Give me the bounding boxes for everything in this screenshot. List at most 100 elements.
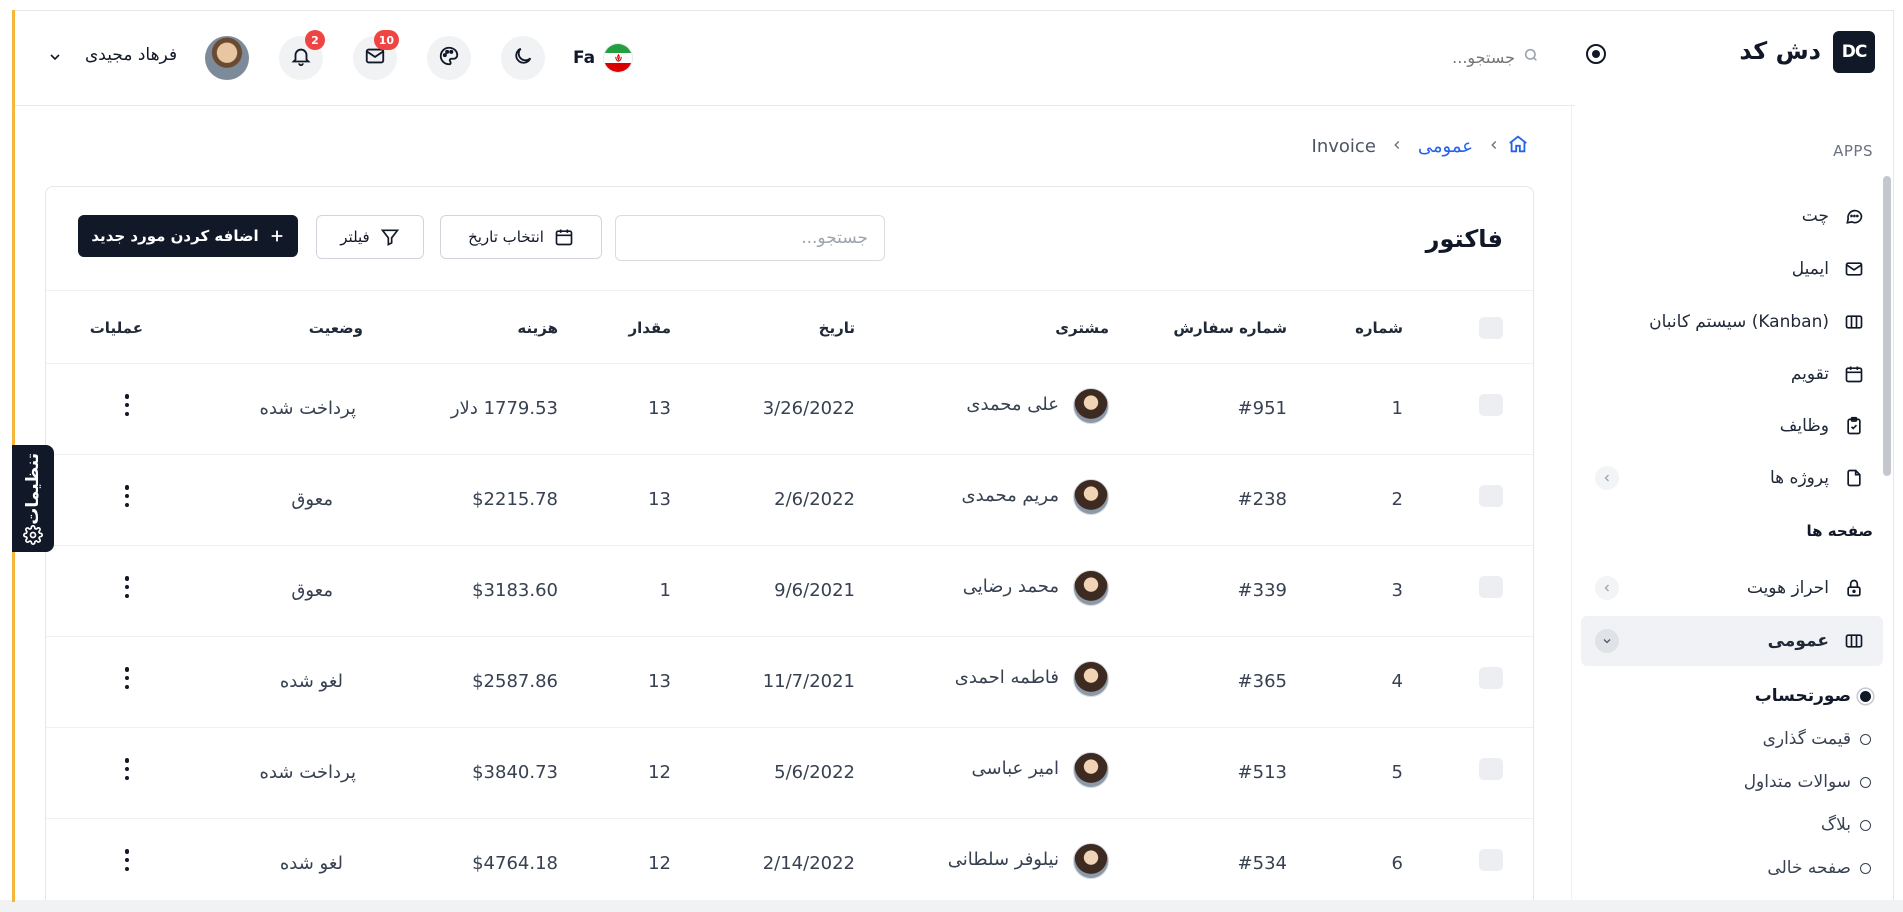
cell-date: 5/6/2022 [774,762,855,783]
cell-customer: نیلوفر سلطانی [947,849,1059,870]
breadcrumb-current: Invoice [1311,136,1376,157]
cell-date: 3/26/2022 [762,398,855,419]
chevron-left-icon[interactable] [1595,466,1619,490]
page-bottom-edge [0,900,1903,912]
row-checkbox[interactable] [1479,758,1503,780]
file-icon [1843,467,1865,489]
palette-button[interactable] [427,36,471,80]
search-input[interactable] [1315,47,1515,67]
sidebar-item-projects[interactable]: پروژه ها [1581,453,1883,503]
chevron-down-icon[interactable] [1595,629,1619,653]
cell-cost: $4764.18 [472,853,558,874]
add-item-button[interactable]: اضافه کردن مورد جدید [78,215,298,257]
sidebar-item-kanban[interactable]: سیستم کانبان (Kanban) [1581,297,1883,347]
header-search[interactable] [1299,45,1539,69]
sidebar-item-label: سیستم کانبان (Kanban) [1649,312,1829,332]
cell-status: لغو شده [279,853,343,874]
cell-order[interactable]: #951 [1238,398,1287,419]
user-avatar[interactable] [205,36,249,80]
column-number[interactable]: شماره [1355,319,1403,337]
more-vertical-icon[interactable] [124,576,130,598]
cell-order[interactable]: #238 [1238,489,1287,510]
column-customer[interactable]: مشتری [1055,319,1109,337]
cell-order[interactable]: #534 [1238,853,1287,874]
sidebar-subitem-blank-page[interactable]: صفحه خالی [1767,858,1871,878]
date-picker-button[interactable]: انتخاب تاریخ [440,215,602,259]
sidebar-item-label: ایمیل [1791,259,1829,279]
column-cost[interactable]: هزینه [517,319,558,337]
chevron-left-icon [1390,136,1404,157]
cell-number: 5 [1391,762,1403,783]
sidebar-item-label: پروژه ها [1770,468,1829,488]
language-selector[interactable]: Fa [573,43,634,73]
row-checkbox[interactable] [1479,576,1503,598]
row-checkbox[interactable] [1479,667,1503,689]
table-row[interactable]: 2 #238 مریم محمدی 2/6/2022 13 $2215.78 م… [46,455,1533,546]
chevron-down-icon[interactable] [47,49,63,69]
column-order[interactable]: شماره سفارش [1173,319,1287,337]
more-vertical-icon[interactable] [124,394,130,416]
cell-order[interactable]: #513 [1238,762,1287,783]
bell-icon [290,45,312,71]
sidebar-item-general[interactable]: عمومی [1581,616,1883,666]
more-vertical-icon[interactable] [124,667,130,689]
bullet-icon [1860,819,1871,831]
table-row[interactable]: 6 #534 نیلوفر سلطانی 2/14/2022 12 $4764.… [46,819,1533,901]
more-vertical-icon[interactable] [124,849,130,871]
column-quantity[interactable]: مقدار [628,319,671,337]
table-row[interactable]: 3 #339 محمد رضایی 9/6/2021 1 $3183.60 مع… [46,546,1533,637]
customer-avatar [1073,843,1109,879]
cell-order[interactable]: #339 [1238,580,1287,601]
sidebar-subitem-label: بلاگ [1820,815,1851,835]
sidebar-subitem-label: صفحه خالی [1767,858,1851,878]
sidebar-section-apps: APPS [1833,142,1873,160]
sidebar-section-pages: صفحه ها [1806,522,1873,540]
row-checkbox[interactable] [1479,849,1503,871]
sidebar-subitem-blog[interactable]: بلاگ [1821,815,1871,835]
cell-order[interactable]: #365 [1238,671,1287,692]
sidebar-subitem-pricing[interactable]: قیمت گذاری [1763,729,1871,749]
customer-avatar [1073,661,1109,697]
sidebar-subitem-invoice[interactable]: صورتحساب [1755,686,1871,706]
column-date[interactable]: تاریخ [819,319,855,337]
table-row[interactable]: 5 #513 امیر عباسی 5/6/2022 12 $3840.73 پ… [46,728,1533,819]
calendar-icon [1843,363,1865,385]
select-all-checkbox[interactable] [1479,317,1503,339]
sidebar-subitem-faq[interactable]: سوالات متداول [1744,772,1871,792]
cell-status: پرداخت شده [259,398,356,419]
sidebar-item-auth[interactable]: احراز هویت [1581,563,1883,613]
iran-flag-icon [603,43,634,73]
column-status[interactable]: وضعیت [309,319,363,337]
breadcrumb-parent-link[interactable]: عمومی [1418,136,1473,157]
row-checkbox[interactable] [1479,394,1503,416]
theme-toggle-button[interactable] [501,36,545,80]
user-name[interactable]: فرهاد مجیدی [85,45,177,65]
chevron-left-icon[interactable] [1595,576,1619,600]
sidebar-item-chat[interactable]: چت [1581,191,1883,241]
more-vertical-icon[interactable] [124,485,130,507]
sidebar-item-calendar[interactable]: تقویم [1581,349,1883,399]
more-vertical-icon[interactable] [124,758,130,780]
table-row[interactable]: 4 #365 فاطمه احمدی 11/7/2021 13 $2587.86… [46,637,1533,728]
brand-name[interactable]: دش کد [1739,37,1821,65]
sidebar-toggle-icon[interactable] [1586,44,1606,64]
table-row[interactable]: 1 #951 علی محمدی 3/26/2022 13 1779.53 دل… [46,364,1533,455]
cell-quantity: 12 [648,853,671,874]
settings-drawer-tab[interactable]: تنظیمات [12,445,54,552]
bullet-icon [1860,733,1871,745]
mail-button[interactable]: 10 [353,30,399,80]
sidebar-scrollbar[interactable] [1883,176,1891,476]
column-actions: عملیات [89,319,143,337]
sidebar-item-email[interactable]: ایمیل [1581,244,1883,294]
table-search-input[interactable]: جستجو... [615,215,885,261]
columns-icon [1843,630,1865,652]
palette-icon [438,45,460,71]
sidebar-item-tasks[interactable]: وظایف [1581,401,1883,451]
notifications-button[interactable]: 2 [279,30,325,80]
brand-logo[interactable]: DC [1833,31,1875,73]
filter-button[interactable]: فیلتر [316,215,424,259]
home-icon[interactable] [1507,133,1529,160]
app-window: DC دش کد APPS چت ایمیل سیستم کانبان (Kan… [12,10,1894,902]
mail-count-badge: 10 [373,30,399,50]
row-checkbox[interactable] [1479,485,1503,507]
